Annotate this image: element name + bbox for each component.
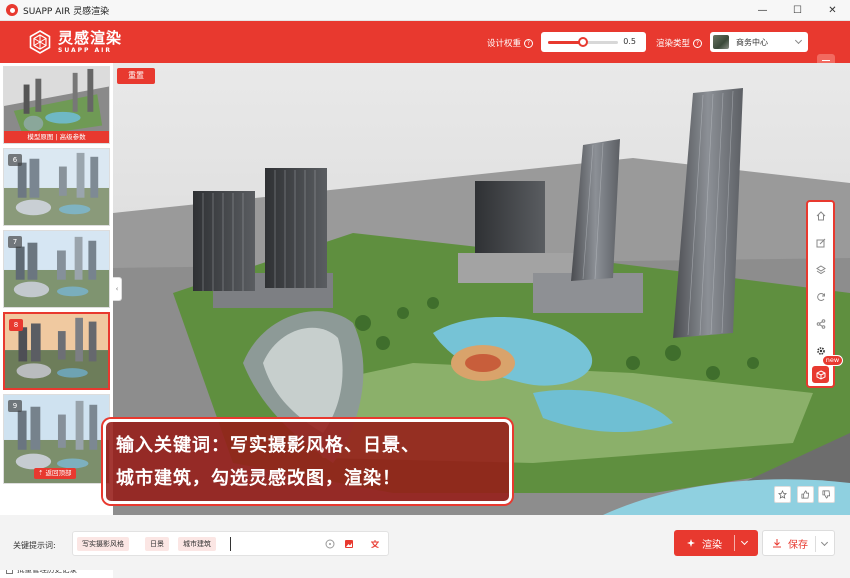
download-icon (773, 539, 781, 548)
logo-subtitle: SUAPP AIR (58, 46, 113, 54)
layers-icon (815, 264, 826, 274)
refresh-button[interactable] (812, 288, 829, 305)
logo-title: 灵感渲染 (58, 28, 123, 47)
clear-button[interactable] (324, 538, 336, 550)
brand-logo: 灵感渲染 SUAPP AIR (28, 28, 122, 56)
refresh-icon (816, 292, 825, 301)
slider-track[interactable] (548, 37, 618, 47)
keyword-chip[interactable]: 写实摄影风格 (77, 537, 129, 551)
edit-button[interactable] (812, 234, 829, 251)
design-weight-slider[interactable]: 0.5 (541, 32, 646, 52)
app-logo-icon (6, 4, 18, 16)
thumbnail-number: 9 (8, 400, 22, 412)
translate-icon (371, 540, 379, 548)
save-button[interactable]: 保存 (762, 530, 835, 556)
thumbnail-number: 6 (8, 154, 22, 166)
thumbnail-sidebar: 模型原图 | 高级参数 6 7 8 9 ⇡ 返回顶部 (0, 63, 113, 578)
brand-logo-icon (29, 30, 51, 54)
design-weight-label: 设计权重 ? (487, 37, 534, 49)
render-button[interactable]: 渲染 (674, 530, 758, 556)
home-icon (816, 210, 825, 220)
title-bar: SUAPP AIR 灵感渲染 — ☐ ✕ (0, 0, 850, 21)
gear-icon (816, 346, 825, 355)
app-window: SUAPP AIR 灵感渲染 — ☐ ✕ 灵感渲染 SUAPP AIR 设计权重… (0, 0, 850, 578)
render-type-label: 渲染类型 ? (656, 37, 703, 49)
home-button[interactable] (812, 207, 829, 224)
minimize-button[interactable]: — (745, 0, 780, 21)
thumbnail-6[interactable]: 6 (3, 148, 110, 226)
text-cursor (230, 537, 231, 551)
maximize-button[interactable]: ☐ (780, 0, 815, 21)
design-weight-value: 0.5 (623, 37, 636, 46)
thumbnail-number: 8 (9, 319, 23, 331)
window-title: SUAPP AIR 灵感渲染 (23, 6, 110, 17)
thumbnail-7[interactable]: 7 (3, 230, 110, 308)
cube-icon (816, 369, 825, 380)
reset-button[interactable]: 重置 (117, 68, 155, 84)
like-button[interactable] (797, 486, 814, 503)
clear-icon (325, 539, 335, 549)
slider-handle[interactable] (578, 37, 588, 47)
favorite-button[interactable] (774, 486, 791, 503)
window-controls: — ☐ ✕ (745, 0, 850, 21)
render-label: 渲染 (702, 539, 722, 551)
collapse-sidebar-button[interactable]: ‹ (113, 277, 122, 301)
save-label: 保存 (788, 539, 808, 551)
keyword-label: 关键提示词: (13, 541, 56, 550)
back-to-top-button[interactable]: ⇡ 返回顶部 (34, 468, 76, 479)
layers-button[interactable] (812, 261, 829, 278)
model-button[interactable] (812, 366, 829, 383)
thumbnail-number: 7 (8, 236, 22, 248)
dislike-button[interactable] (818, 486, 835, 503)
chevron-down-icon[interactable] (740, 537, 749, 546)
thumbnail-8[interactable]: 8 (3, 312, 110, 390)
thumbnail-original[interactable]: 模型原图 | 高级参数 (3, 66, 110, 144)
star-icon (778, 490, 787, 499)
new-badge: new (822, 355, 843, 366)
render-icon (687, 539, 695, 547)
translate-button[interactable] (369, 538, 381, 550)
keyword-chip[interactable]: 日景 (145, 537, 169, 551)
caption-line-2: 城市建筑，勾选灵感改图，渲染！ (116, 468, 401, 489)
render-type-select[interactable]: 商务中心 (710, 32, 808, 52)
render-type-text: 渲染类型 (656, 39, 691, 49)
caption-line-1: 输入关键词：写实摄影风格、日景、 (116, 435, 420, 456)
keyword-input[interactable]: 写实摄影风格 日景 城市建筑 (72, 531, 389, 556)
edit-icon (816, 238, 825, 247)
design-weight-text: 设计权重 (487, 39, 522, 49)
tutorial-caption: 输入关键词：写实摄影风格、日景、 城市建筑，勾选灵感改图，渲染！ (103, 419, 512, 504)
render-type-thumbnail (713, 35, 729, 49)
help-icon[interactable]: ? (524, 38, 534, 48)
image-icon (345, 540, 353, 548)
share-button[interactable] (812, 315, 829, 332)
thumbs-down-icon (822, 490, 831, 499)
thumbnail-9[interactable]: 9 ⇡ 返回顶部 (3, 394, 110, 484)
thumbs-up-icon (801, 490, 810, 499)
image-button[interactable] (343, 538, 355, 550)
help-icon[interactable]: ? (693, 38, 703, 48)
close-button[interactable]: ✕ (815, 0, 850, 21)
back-to-top-label: 返回顶部 (45, 469, 72, 477)
render-type-value: 商务中心 (736, 37, 768, 47)
share-icon (816, 318, 825, 329)
chevron-down-icon (794, 36, 803, 45)
keyword-chip[interactable]: 城市建筑 (178, 537, 216, 551)
thumbnail-options-bar[interactable]: 模型原图 | 高级参数 (4, 131, 109, 143)
chevron-down-icon[interactable] (820, 538, 829, 547)
